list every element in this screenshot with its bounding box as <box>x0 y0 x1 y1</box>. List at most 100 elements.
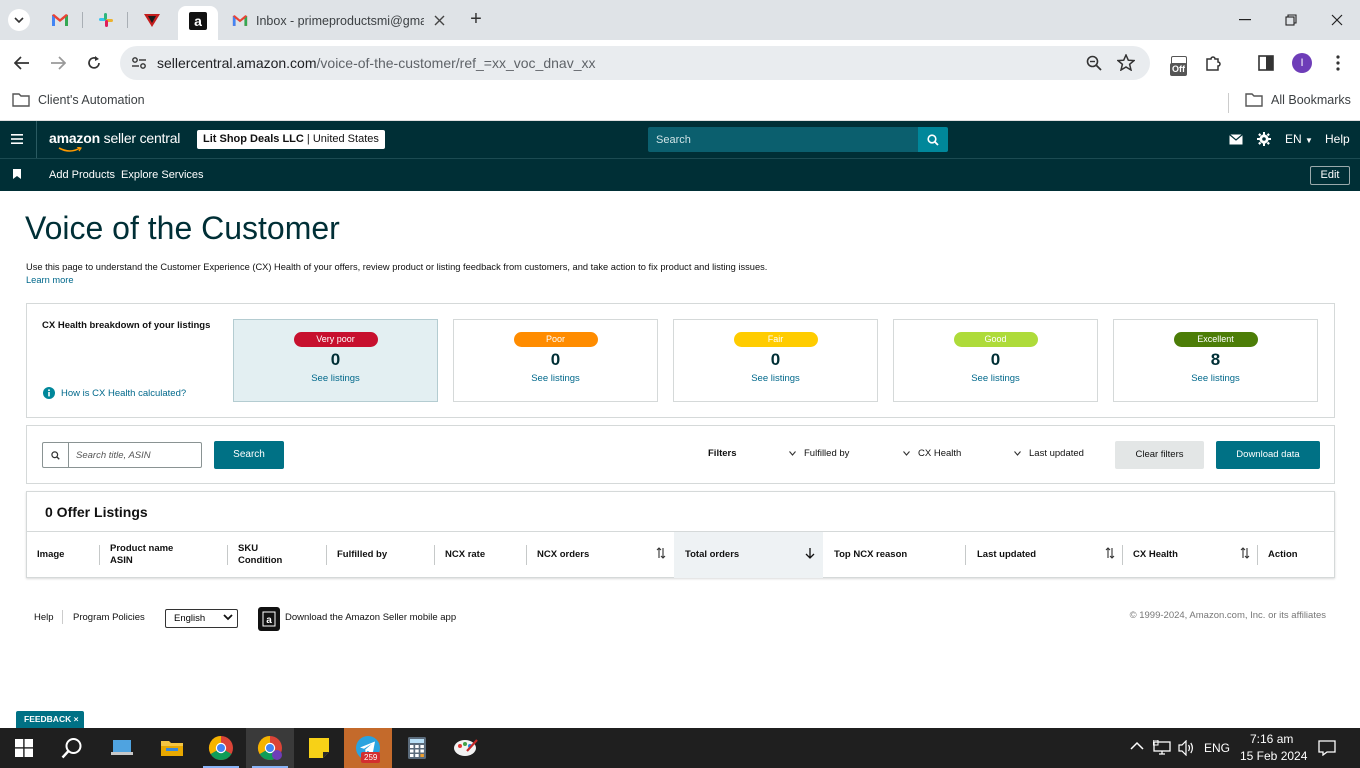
see-listings-link[interactable]: See listings <box>234 373 437 384</box>
column-ncx-orders[interactable]: NCX orders <box>537 532 589 578</box>
taskbar-app-chrome-profile[interactable] <box>246 728 294 768</box>
sort-icon[interactable] <box>1105 547 1115 559</box>
forward-button[interactable] <box>46 51 70 75</box>
edit-nav-button[interactable]: Edit <box>1310 166 1350 185</box>
see-listings-link[interactable]: See listings <box>894 373 1097 384</box>
cx-health-help-link[interactable]: How is CX Health calculated? <box>43 387 186 399</box>
app-download-link[interactable]: Download the Amazon Seller mobile app <box>285 612 456 623</box>
tab-search-button[interactable] <box>8 9 30 31</box>
extensions-button[interactable] <box>1201 51 1225 75</box>
last-updated-filter[interactable]: Last updated <box>1014 448 1084 459</box>
footer-language-select[interactable]: English <box>165 609 238 628</box>
bookmark-nav-button[interactable] <box>13 169 21 179</box>
restore-button[interactable] <box>1268 0 1314 40</box>
notifications-button[interactable] <box>1318 740 1336 756</box>
taskbar-app-paint[interactable] <box>442 728 490 768</box>
fulfilled-by-filter[interactable]: Fulfilled by <box>789 448 849 459</box>
seller-central-logo[interactable]: amazon seller central <box>49 130 180 146</box>
footer-program-policies-link[interactable]: Program Policies <box>73 612 145 623</box>
tab-triangle-pinned[interactable] <box>142 10 162 30</box>
url-host: sellercentral.amazon.com <box>157 55 317 71</box>
gmail-icon <box>52 14 68 26</box>
clear-filters-button[interactable]: Clear filters <box>1115 441 1204 469</box>
sort-icon[interactable] <box>1240 547 1250 559</box>
header-search-button[interactable] <box>918 127 948 152</box>
close-window-button[interactable] <box>1314 0 1360 40</box>
taskbar-app-telegram[interactable]: 259 <box>344 728 392 768</box>
cx-badge: Poor <box>513 332 598 347</box>
tab-gmail-pinned[interactable] <box>50 10 70 30</box>
cx-card-fair[interactable]: Fair 0 See listings <box>673 319 878 402</box>
minimize-button[interactable] <box>1222 0 1268 40</box>
taskbar-app-file-explorer[interactable] <box>148 728 196 768</box>
cx-count: 0 <box>330 350 341 369</box>
bookmark-divider <box>1228 93 1229 113</box>
chrome-menu-button[interactable] <box>1326 51 1350 75</box>
bookmark-folder-clients-automation[interactable]: Client's Automation <box>12 93 145 107</box>
start-button[interactable] <box>0 728 48 768</box>
info-icon <box>43 387 55 399</box>
cx-count: 8 <box>1210 350 1221 369</box>
zoom-icon[interactable] <box>1086 55 1102 71</box>
side-panel-button[interactable] <box>1254 51 1278 75</box>
sort-icon[interactable] <box>656 547 666 559</box>
clock-date[interactable]: 15 Feb 2024 <box>1240 749 1307 763</box>
extension-off-button[interactable]: Off <box>1168 55 1192 77</box>
tab-amazon-seller-central[interactable]: a <box>178 6 218 40</box>
listing-search-button[interactable]: Search <box>214 441 284 469</box>
see-listings-link[interactable]: See listings <box>454 373 657 384</box>
learn-more-link[interactable]: Learn more <box>26 275 74 285</box>
messages-button[interactable] <box>1229 134 1243 145</box>
clock-time[interactable]: 7:16 am <box>1250 732 1293 746</box>
filter-label: CX Health <box>918 448 962 459</box>
feedback-close-icon[interactable]: × <box>74 714 79 724</box>
account-switcher[interactable]: Lit Shop Deals LLC | United States <box>197 130 385 149</box>
amazon-app-icon[interactable]: a <box>258 607 280 631</box>
cx-card-excellent[interactable]: Excellent 8 See listings <box>1113 319 1318 402</box>
tab-slack-pinned[interactable] <box>96 10 116 30</box>
cx-card-poor[interactable]: Poor 0 See listings <box>453 319 658 402</box>
see-listings-link[interactable]: See listings <box>1114 373 1317 384</box>
listing-search-input[interactable] <box>70 443 200 467</box>
search-icon-box <box>43 443 69 467</box>
address-bar[interactable]: sellercentral.amazon.com/voice-of-the-cu… <box>120 46 1150 80</box>
volume-button[interactable] <box>1178 740 1195 756</box>
profile-button[interactable]: I <box>1290 51 1314 75</box>
settings-button[interactable] <box>1257 132 1271 146</box>
hamburger-menu-button[interactable] <box>11 134 23 144</box>
taskbar-app-desktop[interactable] <box>98 728 146 768</box>
sort-descending-icon[interactable] <box>805 547 815 559</box>
cx-card-good[interactable]: Good 0 See listings <box>893 319 1098 402</box>
header-search-input[interactable] <box>648 127 918 152</box>
new-tab-button[interactable]: + <box>466 9 486 30</box>
language-selector[interactable]: EN ▼ <box>1285 132 1313 146</box>
tab-gmail-inbox[interactable]: Inbox - primeproductsmi@gma <box>222 6 458 36</box>
see-listings-link[interactable]: See listings <box>674 373 877 384</box>
taskbar-app-chrome[interactable] <box>197 728 245 768</box>
column-total-orders[interactable]: Total orders <box>674 532 823 578</box>
help-link[interactable]: Help <box>1325 132 1350 146</box>
chevron-down-icon <box>903 451 910 456</box>
download-data-button[interactable]: Download data <box>1216 441 1320 469</box>
network-button[interactable] <box>1153 740 1171 756</box>
reload-button[interactable] <box>82 51 106 75</box>
input-language[interactable]: ENG <box>1204 741 1230 755</box>
site-settings-icon[interactable] <box>131 56 147 70</box>
taskbar-app-sticky-notes[interactable] <box>295 728 343 768</box>
all-bookmarks-button[interactable]: All Bookmarks <box>1245 93 1351 107</box>
cx-card-very-poor[interactable]: Very poor 0 See listings <box>233 319 438 402</box>
feedback-tab[interactable]: FEEDBACK × <box>16 711 84 728</box>
close-tab-icon[interactable] <box>434 15 445 26</box>
column-last-updated[interactable]: Last updated <box>977 532 1036 578</box>
taskbar-app-calculator[interactable] <box>393 728 441 768</box>
back-button[interactable] <box>10 51 34 75</box>
nav-add-products[interactable]: Add Products <box>49 169 115 181</box>
column-cx-health[interactable]: CX Health <box>1133 532 1178 578</box>
footer-help-link[interactable]: Help <box>34 612 54 623</box>
show-hidden-icons-button[interactable] <box>1130 741 1144 750</box>
nav-explore-services[interactable]: Explore Services <box>121 169 204 181</box>
taskbar-search-button[interactable] <box>48 728 96 768</box>
cx-health-filter[interactable]: CX Health <box>903 448 961 459</box>
forward-arrow-icon <box>51 56 66 70</box>
bookmark-star-icon[interactable] <box>1117 54 1135 71</box>
